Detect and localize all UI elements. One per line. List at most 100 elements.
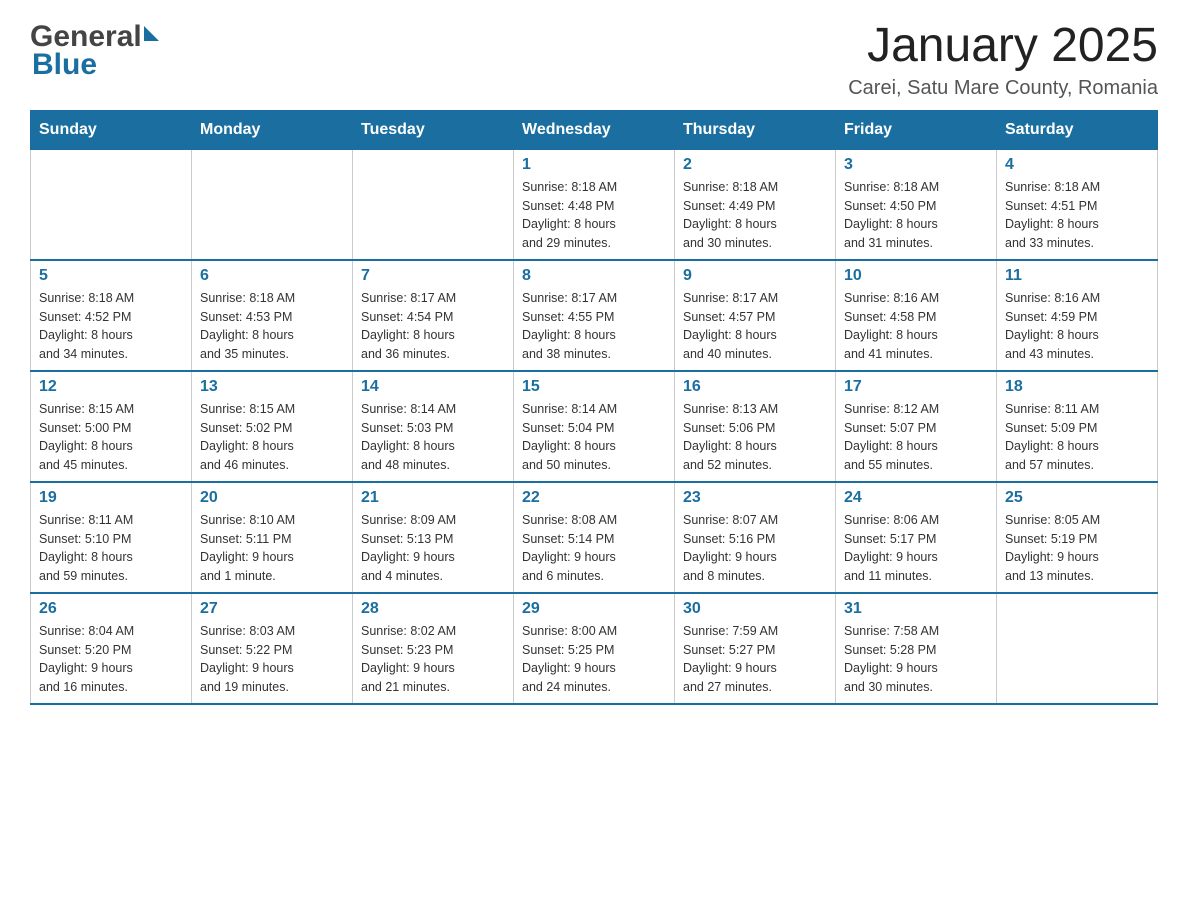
calendar-cell [997, 593, 1158, 704]
day-info: Sunrise: 8:18 AM Sunset: 4:53 PM Dayligh… [200, 289, 344, 364]
day-number: 18 [1005, 378, 1149, 396]
calendar-week-row: 1 Sunrise: 8:18 AM Sunset: 4:48 PM Daylig… [31, 149, 1158, 260]
day-number: 3 [844, 156, 988, 174]
calendar-cell: 8Sunrise: 8:17 AM Sunset: 4:55 PM Daylig… [514, 260, 675, 371]
day-number: 22 [522, 489, 666, 507]
day-info: Sunrise: 8:18 AM Sunset: 4:49 PM Dayligh… [683, 178, 827, 253]
day-number: 15 [522, 378, 666, 396]
calendar-cell: 19 Sunrise: 8:11 AM Sunset: 5:10 PM Dayli… [31, 482, 192, 593]
day-info: Sunrise: 7:59 AM Sunset: 5:27 PM Dayligh… [683, 622, 827, 697]
calendar-week-row: 5Sunrise: 8:18 AM Sunset: 4:52 PM Daylig… [31, 260, 1158, 371]
calendar-cell: 2 Sunrise: 8:18 AM Sunset: 4:49 PM Daylig… [675, 149, 836, 260]
day-number: 6 [200, 267, 344, 285]
calendar-cell: 26Sunrise: 8:04 AM Sunset: 5:20 PM Dayli… [31, 593, 192, 704]
calendar-cell: 22Sunrise: 8:08 AM Sunset: 5:14 PM Dayli… [514, 482, 675, 593]
calendar-cell: 4 Sunrise: 8:18 AM Sunset: 4:51 PM Daylig… [997, 149, 1158, 260]
day-number: 25 [1005, 489, 1149, 507]
day-info: Sunrise: 8:07 AM Sunset: 5:16 PM Dayligh… [683, 511, 827, 586]
day-number: 27 [200, 600, 344, 618]
day-info: Sunrise: 8:18 AM Sunset: 4:50 PM Dayligh… [844, 178, 988, 253]
day-number: 20 [200, 489, 344, 507]
day-number: 19 [39, 489, 183, 507]
calendar-subtitle: Carei, Satu Mare County, Romania [848, 77, 1158, 100]
calendar-cell: 12Sunrise: 8:15 AM Sunset: 5:00 PM Dayli… [31, 371, 192, 482]
day-info: Sunrise: 8:05 AM Sunset: 5:19 PM Dayligh… [1005, 511, 1149, 586]
day-info: Sunrise: 8:12 AM Sunset: 5:07 PM Dayligh… [844, 400, 988, 475]
day-number: 29 [522, 600, 666, 618]
calendar-cell: 25 Sunrise: 8:05 AM Sunset: 5:19 PM Dayli… [997, 482, 1158, 593]
calendar-cell [192, 149, 353, 260]
calendar-cell: 11 Sunrise: 8:16 AM Sunset: 4:59 PM Dayli… [997, 260, 1158, 371]
calendar-cell: 31 Sunrise: 7:58 AM Sunset: 5:28 PM Dayli… [836, 593, 997, 704]
day-number: 30 [683, 600, 827, 618]
logo-blue-text: Blue [32, 48, 97, 82]
day-info: Sunrise: 8:11 AM Sunset: 5:10 PM Dayligh… [39, 511, 183, 586]
calendar-cell: 9Sunrise: 8:17 AM Sunset: 4:57 PM Daylig… [675, 260, 836, 371]
day-number: 11 [1005, 267, 1149, 285]
calendar-cell: 28Sunrise: 8:02 AM Sunset: 5:23 PM Dayli… [353, 593, 514, 704]
day-info: Sunrise: 8:17 AM Sunset: 4:54 PM Dayligh… [361, 289, 505, 364]
day-info: Sunrise: 8:00 AM Sunset: 5:25 PM Dayligh… [522, 622, 666, 697]
day-number: 17 [844, 378, 988, 396]
header-sunday: Sunday [31, 110, 192, 149]
day-info: Sunrise: 7:58 AM Sunset: 5:28 PM Dayligh… [844, 622, 988, 697]
day-info: Sunrise: 8:16 AM Sunset: 4:58 PM Dayligh… [844, 289, 988, 364]
day-info: Sunrise: 8:16 AM Sunset: 4:59 PM Dayligh… [1005, 289, 1149, 364]
calendar-week-row: 19 Sunrise: 8:11 AM Sunset: 5:10 PM Dayli… [31, 482, 1158, 593]
day-number: 14 [361, 378, 505, 396]
calendar-cell: 21 Sunrise: 8:09 AM Sunset: 5:13 PM Dayli… [353, 482, 514, 593]
day-info: Sunrise: 8:17 AM Sunset: 4:55 PM Dayligh… [522, 289, 666, 364]
day-number: 28 [361, 600, 505, 618]
header-wednesday: Wednesday [514, 110, 675, 149]
day-info: Sunrise: 8:17 AM Sunset: 4:57 PM Dayligh… [683, 289, 827, 364]
logo-triangle-icon [144, 26, 159, 41]
header-friday: Friday [836, 110, 997, 149]
day-info: Sunrise: 8:06 AM Sunset: 5:17 PM Dayligh… [844, 511, 988, 586]
day-number: 23 [683, 489, 827, 507]
calendar-cell: 13Sunrise: 8:15 AM Sunset: 5:02 PM Dayli… [192, 371, 353, 482]
day-number: 5 [39, 267, 183, 285]
calendar-cell: 7Sunrise: 8:17 AM Sunset: 4:54 PM Daylig… [353, 260, 514, 371]
calendar-cell [353, 149, 514, 260]
day-info: Sunrise: 8:14 AM Sunset: 5:03 PM Dayligh… [361, 400, 505, 475]
day-number: 31 [844, 600, 988, 618]
header-monday: Monday [192, 110, 353, 149]
day-number: 2 [683, 156, 827, 174]
day-info: Sunrise: 8:09 AM Sunset: 5:13 PM Dayligh… [361, 511, 505, 586]
calendar-title: January 2025 [848, 20, 1158, 73]
day-number: 4 [1005, 156, 1149, 174]
calendar-cell: 23 Sunrise: 8:07 AM Sunset: 5:16 PM Dayli… [675, 482, 836, 593]
day-number: 12 [39, 378, 183, 396]
calendar-cell: 10Sunrise: 8:16 AM Sunset: 4:58 PM Dayli… [836, 260, 997, 371]
calendar-cell [31, 149, 192, 260]
day-number: 1 [522, 156, 666, 174]
calendar-week-row: 12Sunrise: 8:15 AM Sunset: 5:00 PM Dayli… [31, 371, 1158, 482]
header-tuesday: Tuesday [353, 110, 514, 149]
day-number: 16 [683, 378, 827, 396]
calendar-cell: 16 Sunrise: 8:13 AM Sunset: 5:06 PM Dayli… [675, 371, 836, 482]
calendar-table: SundayMondayTuesdayWednesdayThursdayFrid… [30, 110, 1158, 705]
calendar-cell: 30 Sunrise: 7:59 AM Sunset: 5:27 PM Dayli… [675, 593, 836, 704]
day-info: Sunrise: 8:03 AM Sunset: 5:22 PM Dayligh… [200, 622, 344, 697]
calendar-cell: 24 Sunrise: 8:06 AM Sunset: 5:17 PM Dayli… [836, 482, 997, 593]
calendar-cell: 15 Sunrise: 8:14 AM Sunset: 5:04 PM Dayli… [514, 371, 675, 482]
day-info: Sunrise: 8:18 AM Sunset: 4:51 PM Dayligh… [1005, 178, 1149, 253]
title-block: January 2025 Carei, Satu Mare County, Ro… [848, 20, 1158, 100]
day-number: 24 [844, 489, 988, 507]
calendar-week-row: 26Sunrise: 8:04 AM Sunset: 5:20 PM Dayli… [31, 593, 1158, 704]
day-info: Sunrise: 8:15 AM Sunset: 5:02 PM Dayligh… [200, 400, 344, 475]
day-info: Sunrise: 8:10 AM Sunset: 5:11 PM Dayligh… [200, 511, 344, 586]
calendar-cell: 20 Sunrise: 8:10 AM Sunset: 5:11 PM Dayli… [192, 482, 353, 593]
day-info: Sunrise: 8:14 AM Sunset: 5:04 PM Dayligh… [522, 400, 666, 475]
calendar-cell: 14 Sunrise: 8:14 AM Sunset: 5:03 PM Dayli… [353, 371, 514, 482]
header-thursday: Thursday [675, 110, 836, 149]
calendar-cell: 3 Sunrise: 8:18 AM Sunset: 4:50 PM Daylig… [836, 149, 997, 260]
calendar-cell: 27 Sunrise: 8:03 AM Sunset: 5:22 PM Dayli… [192, 593, 353, 704]
page-header: General Blue January 2025 Carei, Satu Ma… [30, 20, 1158, 100]
calendar-cell: 29 Sunrise: 8:00 AM Sunset: 5:25 PM Dayli… [514, 593, 675, 704]
day-number: 21 [361, 489, 505, 507]
day-info: Sunrise: 8:13 AM Sunset: 5:06 PM Dayligh… [683, 400, 827, 475]
logo: General Blue [30, 20, 159, 82]
day-info: Sunrise: 8:11 AM Sunset: 5:09 PM Dayligh… [1005, 400, 1149, 475]
day-info: Sunrise: 8:18 AM Sunset: 4:48 PM Dayligh… [522, 178, 666, 253]
